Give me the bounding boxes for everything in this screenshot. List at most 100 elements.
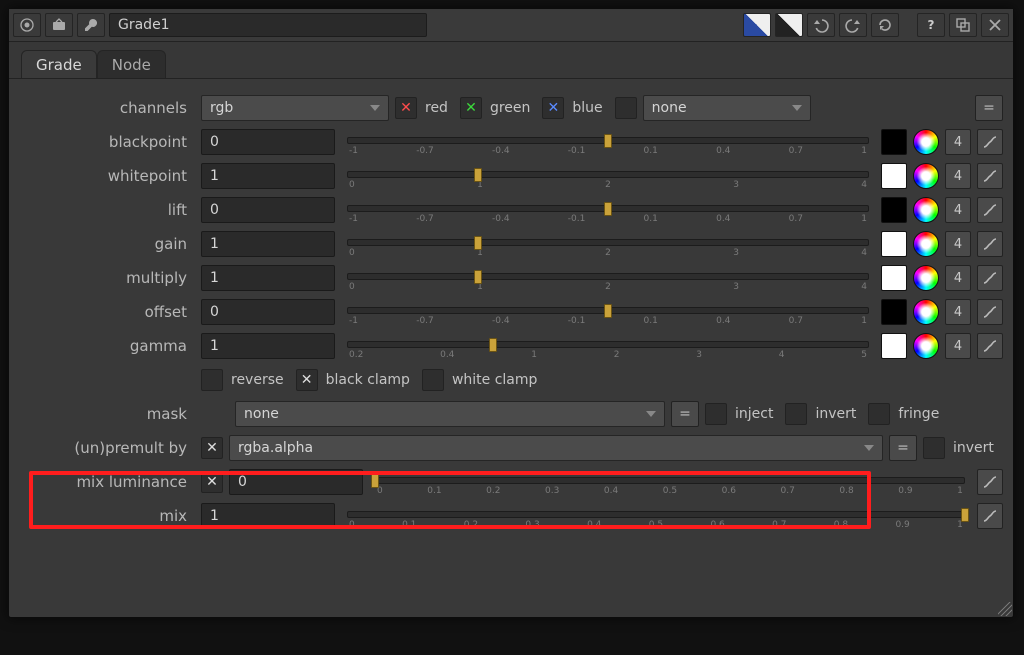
offset-color-wheel-icon[interactable] — [913, 299, 939, 325]
tab-node[interactable]: Node — [97, 50, 166, 78]
whitepoint-slider[interactable]: 01234 — [347, 162, 869, 190]
target-icon[interactable] — [13, 13, 41, 37]
label-reverse: reverse — [229, 372, 290, 388]
float-panel-icon[interactable] — [949, 13, 977, 37]
node-name-field[interactable]: Grade1 — [109, 13, 427, 37]
reset-icon[interactable] — [871, 13, 899, 37]
alpha-dropdown[interactable]: none — [643, 95, 811, 121]
help-icon[interactable]: ? — [917, 13, 945, 37]
gamma-value[interactable]: 1 — [201, 333, 335, 359]
unpremult-equal-button[interactable]: = — [889, 435, 917, 461]
channels-dropdown[interactable]: rgb — [201, 95, 389, 121]
multiply-curve-button[interactable] — [977, 265, 1003, 291]
wrench-icon[interactable] — [77, 13, 105, 37]
tv-icon[interactable] — [45, 13, 73, 37]
gain-channels-button[interactable]: 4 — [945, 231, 971, 257]
multiply-label: multiply — [19, 269, 195, 287]
checkbox-fringe[interactable] — [868, 403, 890, 425]
whitepoint-channels-button[interactable]: 4 — [945, 163, 971, 189]
mix-luminance-curve-button[interactable] — [977, 469, 1003, 495]
offset-swatch[interactable] — [881, 299, 907, 325]
gain-slider[interactable]: 01234 — [347, 230, 869, 258]
whitepoint-value[interactable]: 1 — [201, 163, 335, 189]
checkbox-black-clamp[interactable]: ✕ — [296, 369, 318, 391]
mask-dropdown[interactable]: none — [235, 401, 665, 427]
offset-curve-button[interactable] — [977, 299, 1003, 325]
blackpoint-swatch[interactable] — [881, 129, 907, 155]
checkbox-unpremult-invert[interactable] — [923, 437, 945, 459]
chevron-down-icon — [792, 105, 802, 111]
mix-luminance-value[interactable]: 0 — [229, 469, 363, 495]
checkbox-reverse[interactable] — [201, 369, 223, 391]
lift-slider[interactable]: -1-0.7-0.4-0.10.10.40.71 — [347, 196, 869, 224]
blackpoint-value[interactable]: 0 — [201, 129, 335, 155]
mix-luminance-slider[interactable]: 00.10.20.30.40.50.60.70.80.91 — [375, 468, 965, 496]
offset-slider[interactable]: -1-0.7-0.4-0.10.10.40.71 — [347, 298, 869, 326]
blackpoint-channels-button[interactable]: 4 — [945, 129, 971, 155]
gain-value[interactable]: 1 — [201, 231, 335, 257]
lift-value[interactable]: 0 — [201, 197, 335, 223]
gamma-slider[interactable]: 0.20.412345 — [347, 332, 869, 360]
lift-color-wheel-icon[interactable] — [913, 197, 939, 223]
gain-color-wheel-icon[interactable] — [913, 231, 939, 257]
gain-row: gain1012344 — [19, 227, 1003, 261]
blackpoint-curve-button[interactable] — [977, 129, 1003, 155]
tab-grade[interactable]: Grade — [21, 50, 97, 78]
gamma-channels-button[interactable]: 4 — [945, 333, 971, 359]
gain-swatch[interactable] — [881, 231, 907, 257]
channels-equal-button[interactable]: = — [975, 95, 1003, 121]
checkbox-green[interactable]: ✕ — [460, 97, 482, 119]
gamma-color-wheel-icon[interactable] — [913, 333, 939, 359]
gamma-swatch[interactable] — [881, 333, 907, 359]
multiply-channels-button[interactable]: 4 — [945, 265, 971, 291]
multiply-value[interactable]: 1 — [201, 265, 335, 291]
mask-dropdown-value: none — [244, 406, 279, 422]
blackpoint-label: blackpoint — [19, 133, 195, 151]
multiply-color-wheel-icon[interactable] — [913, 265, 939, 291]
undo-icon[interactable] — [807, 13, 835, 37]
checkbox-red[interactable]: ✕ — [395, 97, 417, 119]
whitepoint-label: whitepoint — [19, 167, 195, 185]
blackpoint-slider[interactable]: -1-0.7-0.4-0.10.10.40.71 — [347, 128, 869, 156]
redo-icon[interactable] — [839, 13, 867, 37]
checkbox-unpremult[interactable]: ✕ — [201, 437, 223, 459]
fg-bg-toggle-b[interactable] — [775, 13, 803, 37]
unpremult-dropdown[interactable]: rgba.alpha — [229, 435, 883, 461]
checkbox-alpha[interactable] — [615, 97, 637, 119]
lift-label: lift — [19, 201, 195, 219]
mix-label: mix — [19, 507, 195, 525]
checkbox-blue[interactable]: ✕ — [542, 97, 564, 119]
lift-curve-button[interactable] — [977, 197, 1003, 223]
mask-equal-button[interactable]: = — [671, 401, 699, 427]
fg-bg-toggle-a[interactable] — [743, 13, 771, 37]
offset-channels-button[interactable]: 4 — [945, 299, 971, 325]
whitepoint-curve-button[interactable] — [977, 163, 1003, 189]
checkbox-inject[interactable] — [705, 403, 727, 425]
lift-row: lift 0 -1-0.7-0.4-0.10.10.40.71 4 — [19, 193, 1003, 227]
label-fringe: fringe — [896, 406, 945, 422]
gain-curve-button[interactable] — [977, 231, 1003, 257]
tab-bar: Grade Node — [9, 42, 1013, 79]
resize-handle-icon[interactable] — [998, 602, 1012, 616]
checkbox-mix-luminance[interactable]: ✕ — [201, 471, 223, 493]
lift-channels-button[interactable]: 4 — [945, 197, 971, 223]
blackpoint-color-wheel-icon[interactable] — [913, 129, 939, 155]
mix-curve-button[interactable] — [977, 503, 1003, 529]
mask-label: mask — [19, 405, 195, 423]
whitepoint-swatch[interactable] — [881, 163, 907, 189]
close-panel-icon[interactable] — [981, 13, 1009, 37]
channels-dropdown-value: rgb — [210, 100, 233, 116]
chevron-down-icon — [646, 411, 656, 417]
channels-label: channels — [19, 99, 195, 117]
checkbox-white-clamp[interactable] — [422, 369, 444, 391]
label-red: red — [423, 100, 454, 116]
lift-swatch[interactable] — [881, 197, 907, 223]
multiply-slider[interactable]: 01234 — [347, 264, 869, 292]
multiply-swatch[interactable] — [881, 265, 907, 291]
whitepoint-color-wheel-icon[interactable] — [913, 163, 939, 189]
offset-value[interactable]: 0 — [201, 299, 335, 325]
mix-value[interactable]: 1 — [201, 503, 335, 529]
checkbox-mask-invert[interactable] — [785, 403, 807, 425]
gamma-curve-button[interactable] — [977, 333, 1003, 359]
mix-slider[interactable]: 00.10.20.30.40.50.60.70.80.91 — [347, 502, 965, 530]
